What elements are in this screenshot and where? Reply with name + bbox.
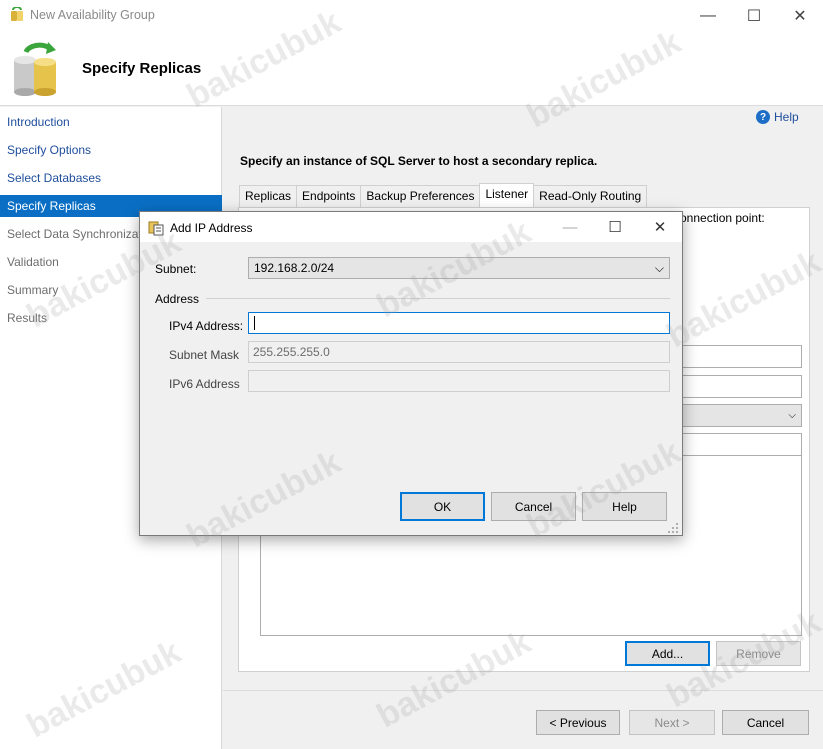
dialog-close-button[interactable]: ✕	[637, 212, 683, 242]
help-link-label: Help	[774, 110, 799, 124]
subnet-label: Subnet:	[155, 262, 197, 276]
add-ip-address-dialog: Add IP Address — ☐ ✕ Subnet: 192.168.2.0…	[139, 211, 683, 536]
nav-item-introduction[interactable]: Introduction	[0, 111, 222, 133]
ipv4-address-input[interactable]	[248, 312, 670, 334]
page-title: Specify Replicas	[82, 60, 202, 77]
ok-button[interactable]: OK	[400, 492, 485, 521]
tab-strip: Replicas Endpoints Backup Preferences Li…	[239, 183, 648, 207]
chevron-down-icon: ⌵	[654, 260, 664, 275]
previous-button[interactable]: < Previous	[536, 710, 620, 735]
dialog-minimize-button: —	[562, 218, 578, 236]
subnet-value: 192.168.2.0/24	[254, 261, 335, 275]
address-group-divider	[206, 298, 670, 299]
tab-backup-preferences[interactable]: Backup Preferences	[360, 185, 481, 207]
help-link[interactable]: ? Help	[756, 110, 799, 124]
cancel-button[interactable]: Cancel	[722, 710, 809, 735]
maximize-button[interactable]: ☐	[731, 0, 777, 32]
ipv6-address-input	[248, 370, 670, 392]
subnet-select[interactable]: 192.168.2.0/24 ⌵	[248, 257, 670, 279]
listener-note: onnection point:	[680, 211, 765, 225]
dialog-cancel-button[interactable]: Cancel	[491, 492, 576, 521]
next-button: Next >	[629, 710, 715, 735]
dialog-title: Add IP Address	[170, 221, 253, 235]
subnet-mask-input: 255.255.255.0	[248, 341, 670, 363]
listener-dns-name-input[interactable]	[680, 345, 802, 368]
database-cylinder-icon	[14, 42, 56, 96]
remove-button: Remove	[716, 641, 801, 666]
dialog-titlebar[interactable]: Add IP Address — ☐ ✕	[140, 212, 682, 242]
chevron-down-icon: ⌵	[788, 410, 796, 421]
resize-grip-icon[interactable]	[667, 522, 679, 534]
dialog-help-button[interactable]: Help	[582, 492, 667, 521]
address-group-label: Address	[155, 292, 200, 306]
listener-port-input[interactable]	[680, 375, 802, 398]
wizard-header: Specify Replicas	[0, 32, 823, 106]
ipv4-address-label: IPv4 Address:	[169, 319, 244, 333]
window-titlebar[interactable]: New Availability Group — ☐ ✕	[0, 0, 823, 32]
help-circle-icon: ?	[756, 110, 770, 124]
minimize-button[interactable]: —	[685, 0, 731, 32]
nav-item-specify-options[interactable]: Specify Options	[0, 139, 222, 161]
listener-extra-input[interactable]	[680, 433, 802, 456]
nav-item-select-databases[interactable]: Select Databases	[0, 167, 222, 189]
add-button[interactable]: Add...	[625, 641, 710, 666]
tab-listener[interactable]: Listener	[479, 183, 535, 207]
network-mode-select[interactable]: ⌵	[680, 404, 802, 427]
subnet-mask-label: Subnet Mask	[169, 348, 240, 362]
text-caret	[254, 315, 255, 330]
availability-group-icon	[11, 7, 23, 21]
window-title: New Availability Group	[30, 8, 155, 22]
tab-endpoints[interactable]: Endpoints	[296, 185, 362, 207]
ip-address-icon	[148, 221, 164, 236]
ipv6-address-label: IPv6 Address	[169, 377, 240, 391]
footer-divider	[223, 690, 823, 691]
instruction-text: Specify an instance of SQL Server to hos…	[240, 154, 598, 168]
dialog-maximize-button[interactable]: ☐	[592, 212, 638, 242]
close-button[interactable]: ✕	[777, 0, 823, 32]
tab-replicas[interactable]: Replicas	[239, 185, 298, 207]
tab-read-only-routing[interactable]: Read-Only Routing	[533, 185, 648, 207]
